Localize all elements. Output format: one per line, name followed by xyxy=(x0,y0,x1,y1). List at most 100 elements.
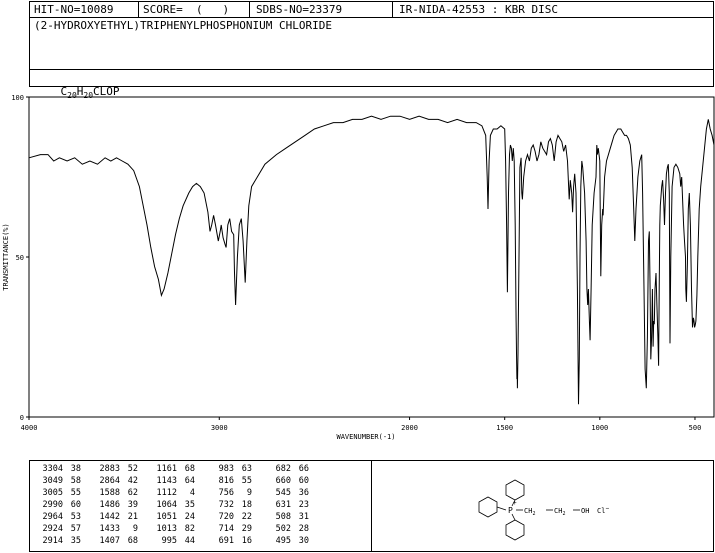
y-tick-label: 0 xyxy=(20,414,24,422)
ch2-group-2: CH2 xyxy=(554,507,565,517)
peak-wavenumber: 545 xyxy=(275,488,291,498)
peak-transmittance: 16 xyxy=(241,536,252,546)
peak-transmittance: 23 xyxy=(298,500,309,510)
peak-transmittance: 53 xyxy=(70,512,81,522)
peak-wavenumber: 3049 xyxy=(42,476,63,486)
peak-transmittance: 21 xyxy=(127,512,138,522)
peak-wavenumber: 631 xyxy=(275,500,291,510)
peak-wavenumber: 502 xyxy=(275,524,291,534)
peak-transmittance: 42 xyxy=(127,476,138,486)
peak-wavenumber: 1407 xyxy=(99,536,120,546)
peak-wavenumber: 816 xyxy=(218,476,234,486)
peak-wavenumber: 682 xyxy=(275,464,291,474)
header-cell-hit: HIT-NO=10089 xyxy=(29,1,139,18)
y-ticks: 0 50 100 xyxy=(11,94,29,422)
peak-wavenumber: 714 xyxy=(218,524,234,534)
phenyl-ring-top xyxy=(505,479,525,501)
peak-wavenumber: 983 xyxy=(218,464,234,474)
sdbs-number: SDBS-NO=23379 xyxy=(256,3,343,16)
peak-wavenumber: 3304 xyxy=(42,464,63,474)
peak-transmittance: 64 xyxy=(184,476,195,486)
peak-transmittance: 18 xyxy=(241,500,252,510)
peak-transmittance: 57 xyxy=(70,524,81,534)
peak-transmittance: 35 xyxy=(70,536,81,546)
peak-wavenumber: 2914 xyxy=(42,536,63,546)
peak-transmittance: 36 xyxy=(298,488,309,498)
peak-wavenumber: 495 xyxy=(275,536,291,546)
peak-wavenumber: 508 xyxy=(275,512,291,522)
header-cell-sdbs: SDBS-NO=23379 xyxy=(249,1,393,18)
peak-transmittance: 38 xyxy=(70,464,81,474)
peak-wavenumber: 1064 xyxy=(156,500,177,510)
peak-transmittance: 35 xyxy=(184,500,195,510)
header-cell-ir: IR-NIDA-42553 : KBR DISC xyxy=(392,1,714,18)
peak-transmittance: 55 xyxy=(70,488,81,498)
peak-transmittance: 52 xyxy=(127,464,138,474)
peak-wavenumber: 2864 xyxy=(99,476,120,486)
x-tick-label: 1000 xyxy=(591,424,608,432)
ch2-group-1: CH2 xyxy=(524,507,535,517)
phosphonium-charge: + xyxy=(513,500,517,507)
peak-transmittance: 55 xyxy=(241,476,252,486)
x-tick-label: 2000 xyxy=(401,424,418,432)
hit-number: HIT-NO=10089 xyxy=(34,3,114,16)
peak-wavenumber: 691 xyxy=(218,536,234,546)
ir-info: IR-NIDA-42553 : KBR DISC xyxy=(399,3,558,16)
peak-wavenumber: 995 xyxy=(161,536,177,546)
peak-transmittance: 31 xyxy=(298,512,309,522)
peak-transmittance: 30 xyxy=(298,536,309,546)
peak-transmittance: 28 xyxy=(298,524,309,534)
peak-table: 3304 38 3049 58 3005 55 2990 60 2964 53 2924 57 2914… xyxy=(30,461,373,553)
peak-wavenumber: 1161 xyxy=(156,464,177,474)
peak-transmittance: 24 xyxy=(184,512,195,522)
y-axis-label: TRANSMITTANCE(%) xyxy=(2,223,10,290)
peak-transmittance: 9 xyxy=(246,488,252,498)
peak-wavenumber: 756 xyxy=(218,488,234,498)
peak-wavenumber: 3005 xyxy=(42,488,63,498)
bond-left xyxy=(496,506,507,511)
x-tick-label: 1500 xyxy=(496,424,513,432)
peak-wavenumber: 1013 xyxy=(156,524,177,534)
structure-box: P + CH2 CH2 OH Cl− xyxy=(371,460,714,552)
x-tick-label: 3000 xyxy=(211,424,228,432)
peak-transmittance: 60 xyxy=(298,476,309,486)
ir-spectrum-chart: 4000 3000 2000 1500 1000 500 0 50 100 WAVENUMBE… xyxy=(2,94,715,441)
peak-transmittance: 68 xyxy=(127,536,138,546)
peak-wavenumber: 732 xyxy=(218,500,234,510)
peak-wavenumber: 2964 xyxy=(42,512,63,522)
y-tick-label: 50 xyxy=(16,254,24,262)
phenyl-ring-left xyxy=(478,496,498,518)
peak-wavenumber: 1051 xyxy=(156,512,177,522)
peak-transmittance: 62 xyxy=(127,488,138,498)
score: SCORE= ( ) xyxy=(143,3,230,16)
peak-transmittance: 22 xyxy=(241,512,252,522)
peak-wavenumber: 2924 xyxy=(42,524,63,534)
peak-transmittance: 9 xyxy=(132,524,138,534)
phosphorus-label: P xyxy=(508,506,513,515)
chloride-ion: Cl− xyxy=(597,505,609,515)
peak-transmittance: 68 xyxy=(184,464,195,474)
peak-wavenumber: 1486 xyxy=(99,500,120,510)
compound-name-box: (2-HYDROXYETHYL)TRIPHENYLPHOSPHONIUM CHL… xyxy=(29,17,714,70)
formula-box: C20H20CLOP xyxy=(29,69,714,100)
peak-wavenumber: 1143 xyxy=(156,476,177,486)
peak-transmittance: 4 xyxy=(189,488,195,498)
x-tick-label: 500 xyxy=(689,424,702,432)
peak-transmittance: 82 xyxy=(184,524,195,534)
peak-wavenumber: 1588 xyxy=(99,488,120,498)
compound-name: (2-HYDROXYETHYL)TRIPHENYLPHOSPHONIUM CHL… xyxy=(34,19,333,32)
spectrum-line xyxy=(28,115,715,405)
x-tick-label: 4000 xyxy=(21,424,38,432)
x-ticks: 4000 3000 2000 1500 1000 500 xyxy=(21,417,702,432)
hydroxyl-label: OH xyxy=(581,507,589,515)
peak-transmittance: 66 xyxy=(298,464,309,474)
peak-transmittance: 44 xyxy=(184,536,195,546)
peak-transmittance: 63 xyxy=(241,464,252,474)
x-axis-label: WAVENUMBER(-1) xyxy=(336,433,395,441)
peak-wavenumber: 1112 xyxy=(156,488,177,498)
peak-wavenumber: 720 xyxy=(218,512,234,522)
peak-table-box: 3304 38 3049 58 3005 55 2990 60 2964 53 2924 57 2914… xyxy=(29,460,372,552)
peak-transmittance: 29 xyxy=(241,524,252,534)
peak-wavenumber: 2883 xyxy=(99,464,120,474)
peak-transmittance: 60 xyxy=(70,500,81,510)
